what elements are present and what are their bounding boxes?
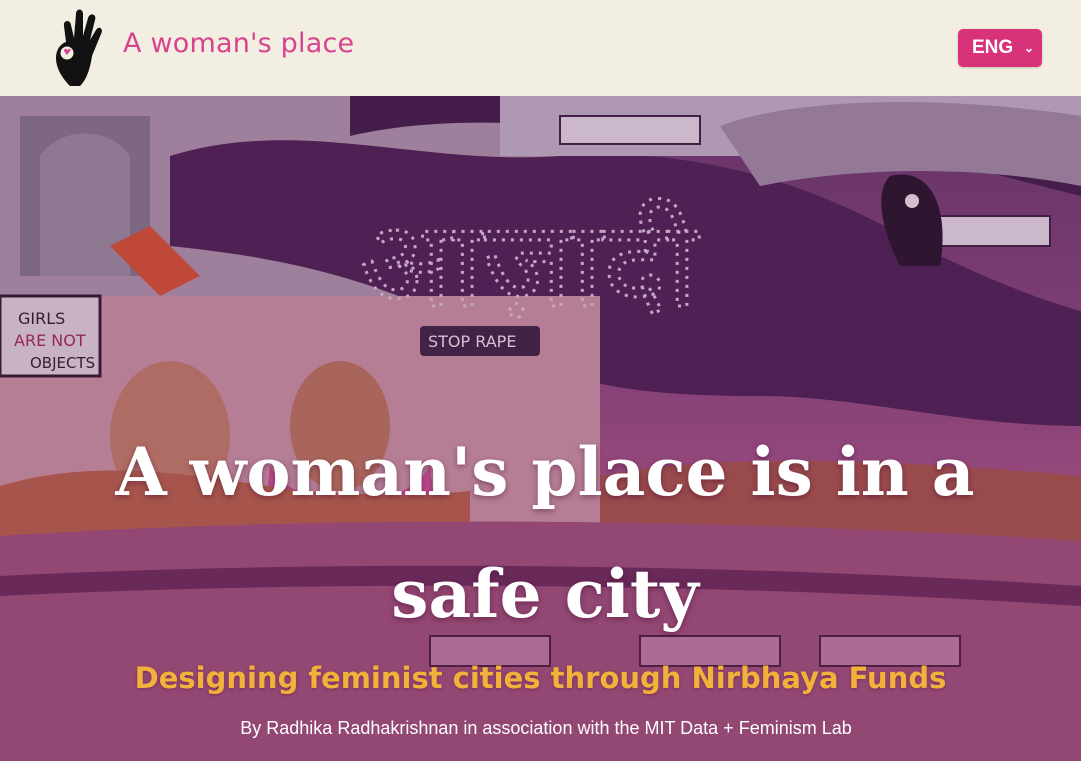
chevron-down-icon: ⌄	[1023, 41, 1034, 55]
site-title[interactable]: A woman's place	[123, 28, 354, 59]
hero-title: A woman's place is in a safe city	[115, 433, 975, 633]
language-selected-label: ENG	[972, 37, 1014, 58]
hero-banner: GIRLS ARE NOT OBJECTS STOP RAPE आज़ादी A…	[0, 96, 1081, 761]
hero-subtitle: Designing feminist cities through Nirbha…	[134, 661, 947, 695]
ok-hand-logo-icon[interactable]	[50, 8, 104, 88]
language-select[interactable]: ENG ⌄	[958, 29, 1042, 67]
site-header: A woman's place ENG ⌄	[0, 0, 1081, 96]
hero-byline: By Radhika Radhakrishnan in association …	[240, 718, 852, 738]
